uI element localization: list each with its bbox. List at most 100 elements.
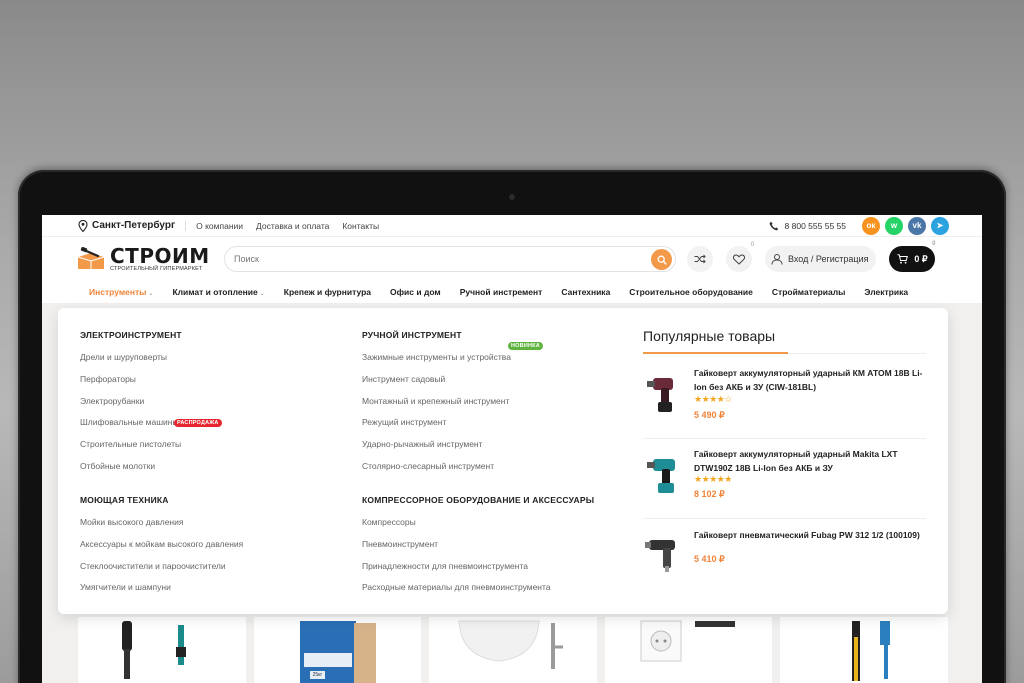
nav-item[interactable]: Ручной инстремент — [460, 287, 543, 297]
favorites-button[interactable]: 0 — [726, 242, 754, 272]
product-card[interactable]: Гайковерт пневматический Fubag PW 312 1/… — [643, 528, 926, 608]
link-contacts[interactable]: Контакты — [342, 221, 379, 231]
category-link[interactable]: Дрели и шуруповерты — [80, 352, 167, 362]
category-link[interactable]: Режущий инструмент — [362, 417, 446, 427]
nav-item[interactable]: Стройматериалы — [772, 287, 846, 297]
search-button[interactable] — [651, 249, 672, 270]
cart-button[interactable]: 0 ₽ 0 — [889, 241, 936, 272]
category-link[interactable]: Пневмоинструмент — [362, 539, 438, 549]
compare-button[interactable] — [687, 246, 713, 272]
site-header: СТРОИМ СТРОИТЕЛЬНЫЙ ГИПЕРМАРКЕТ Поиск 0 … — [42, 237, 982, 281]
category-title[interactable]: РУЧНОЙ ИНСТРУМЕНТ — [362, 330, 462, 340]
logo-box-icon — [76, 246, 106, 271]
product-price: 5 410 ₽ — [694, 554, 725, 564]
nav-item[interactable]: Инструменты ⌄ — [89, 287, 153, 297]
category-title[interactable]: КОМПРЕССОРНОЕ ОБОРУДОВАНИЕ И АКСЕССУАРЫ — [362, 495, 594, 505]
bag-label: 25кг — [309, 671, 326, 679]
category-link[interactable]: Расходные материалы для пневмоинструмент… — [362, 582, 551, 592]
category-link[interactable]: Ударно-рычажный инструмент — [362, 439, 483, 449]
nav-item-label: Строительное оборудование — [629, 287, 753, 297]
search-placeholder: Поиск — [234, 254, 259, 264]
nav-item-label: Сантехника — [561, 287, 611, 297]
search-input[interactable]: Поиск — [224, 246, 676, 272]
socket-icon — [640, 620, 735, 662]
category-tile-garden[interactable] — [780, 617, 948, 683]
link-delivery[interactable]: Доставка и оплата — [256, 221, 329, 231]
category-link[interactable]: Стеклоочистители и пароочистители — [80, 561, 226, 571]
odnoklassniki-icon[interactable]: ок — [862, 216, 880, 235]
category-link[interactable]: Инструмент садовый — [362, 374, 445, 384]
category-title[interactable]: МОЮЩАЯ ТЕХНИКА — [80, 495, 169, 505]
top-bar: Санкт-Петербург О компании Доставка и оп… — [42, 215, 982, 237]
login-button[interactable]: Вход / Регистрация — [765, 246, 877, 272]
nav-item[interactable]: Строительное оборудование — [629, 287, 753, 297]
product-separator — [643, 518, 926, 519]
nav-item[interactable]: Сантехника — [561, 287, 610, 297]
category-link[interactable]: Зажимные инструменты и устройства — [362, 352, 511, 362]
phone-number: 8 800 555 55 55 — [784, 220, 846, 231]
cement-bag-icon — [299, 621, 376, 683]
category-link[interactable]: Отбойные молотки — [80, 461, 155, 471]
city-selector[interactable]: Санкт-Петербург — [78, 219, 176, 232]
link-about[interactable]: О компании — [196, 221, 243, 231]
product-price: 5 490 ₽ — [694, 410, 725, 420]
main-nav: Инструменты ⌄ Климат и отопление ⌄ Крепеж и … — [42, 281, 982, 303]
category-tile-tools[interactable] — [78, 617, 246, 683]
nav-item-label: Электрика — [864, 287, 909, 297]
drill-maroon-icon — [647, 378, 673, 412]
category-title[interactable]: ЭЛЕКТРОИНСТРУМЕНТ — [80, 330, 182, 340]
hammer-drill-icon — [122, 621, 186, 679]
location-pin-icon — [78, 219, 88, 232]
category-link[interactable]: Перфораторы — [80, 374, 136, 384]
vk-icon[interactable]: vk — [908, 216, 926, 235]
category-link[interactable]: Умягчители и шампуни — [80, 582, 171, 592]
heart-icon — [733, 253, 745, 265]
category-link[interactable]: Аксессуары к мойкам высокого давления — [80, 539, 243, 549]
category-link[interactable]: Монтажный и крепежный инструмент — [362, 396, 509, 406]
category-link[interactable]: Шлифовальные машины — [80, 417, 179, 427]
mega-menu: ЭЛЕКТРОИНСТРУМЕНТ Дрели и шуруповерты Перф… — [58, 308, 948, 614]
nav-item[interactable]: Офис и дом — [390, 287, 441, 297]
pneumatic-wrench-icon — [645, 540, 675, 572]
product-name[interactable]: Гайковерт пневматический Fubag PW 312 1/… — [694, 528, 926, 542]
product-name[interactable]: Гайковерт аккумуляторный ударный КМ АТОМ… — [694, 366, 926, 394]
browser-screen: Санкт-Петербург О компании Доставка и оп… — [42, 215, 982, 683]
category-link[interactable]: Электрорубанки — [80, 396, 144, 406]
city-label: Санкт-Петербург — [92, 220, 176, 231]
category-tile-electrics[interactable] — [604, 617, 773, 683]
product-name[interactable]: Гайковерт аккумуляторный ударный Makita … — [694, 447, 926, 475]
nav-item[interactable]: Крепеж и фурнитура — [284, 287, 371, 297]
telegram-icon[interactable]: ➤ — [931, 216, 949, 235]
chevron-down-icon: ⌄ — [259, 291, 265, 297]
drill-teal-icon — [647, 459, 675, 493]
product-card[interactable]: Гайковерт аккумуляторный ударный КМ АТОМ… — [643, 366, 926, 446]
nav-item-label: Ручной инстремент — [459, 287, 543, 297]
camera-dot — [509, 194, 515, 200]
product-rating: ★★★★☆ — [694, 394, 732, 404]
category-link[interactable]: Компрессоры — [362, 517, 416, 527]
category-tile-plumbing[interactable] — [429, 617, 597, 683]
category-strip: 25кг — [78, 617, 948, 683]
nav-item-label: Климат и отопление — [172, 287, 258, 297]
logo-subtitle: СТРОИТЕЛЬНЫЙ ГИПЕРМАРКЕТ — [110, 265, 203, 272]
cart-count: 0 — [932, 241, 936, 247]
whatsapp-icon[interactable]: w — [885, 216, 903, 235]
logo-title: СТРОИМ — [110, 243, 210, 268]
product-card[interactable]: Гайковерт аккумуляторный ударный Makita … — [643, 447, 926, 527]
shuffle-icon — [694, 254, 706, 264]
phone-link[interactable]: 8 800 555 55 55 — [769, 221, 846, 231]
popular-title: Популярные товары — [643, 328, 776, 344]
site-logo[interactable]: СТРОИМ СТРОИТЕЛЬНЫЙ ГИПЕРМАРКЕТ — [76, 246, 216, 273]
category-link[interactable]: Строительные пистолеты — [80, 439, 181, 449]
category-link[interactable]: Мойки высокого давления — [80, 517, 183, 527]
top-links: О компании Доставка и оплата Контакты — [185, 220, 379, 231]
nav-item-label: Стройматериалы — [771, 287, 846, 297]
category-link[interactable]: Принадлежности для пневмоинструмента — [362, 561, 528, 571]
category-link[interactable]: Столярно-слесарный инструмент — [362, 461, 494, 471]
cart-total: 0 ₽ — [914, 253, 928, 264]
label-badge: НОВИНКА — [508, 342, 543, 350]
chevron-down-icon: ⌄ — [148, 291, 154, 297]
nav-item[interactable]: Климат и отопление ⌄ — [172, 287, 264, 297]
category-tile-materials[interactable]: 25кг — [253, 617, 422, 683]
nav-item[interactable]: Электрика — [864, 287, 908, 297]
